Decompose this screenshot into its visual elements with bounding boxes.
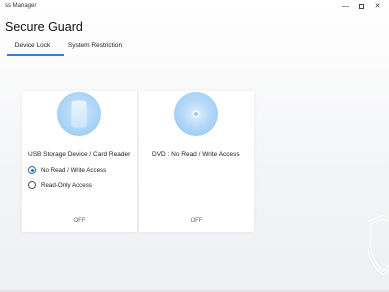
radio-read-only[interactable] — [28, 181, 36, 189]
disc-shape — [180, 98, 212, 130]
usb-toggle-status[interactable]: OFF — [22, 218, 137, 224]
tab-system-restriction[interactable]: System Restriction — [62, 38, 128, 54]
usb-storage-icon — [57, 92, 101, 136]
shield-watermark-icon — [368, 215, 389, 275]
usb-storage-card: USB Storage Device / Card Reader No Read… — [22, 91, 137, 232]
minimize-button[interactable]: — — [339, 1, 352, 12]
window-title: ss Manager — [5, 3, 37, 9]
app-title: Secure Guard — [5, 20, 83, 34]
usb-device-shape — [72, 101, 86, 127]
active-tab-indicator — [7, 54, 64, 56]
maximize-icon — [359, 3, 364, 9]
tab-device-lock[interactable]: Device Lock — [4, 38, 61, 54]
dvd-card: DVD : No Read / Write Access OFF — [139, 91, 254, 232]
close-button[interactable]: ✕ — [371, 1, 384, 12]
usb-card-heading: USB Storage Device / Card Reader — [28, 151, 131, 158]
dvd-toggle-status[interactable]: OFF — [139, 218, 254, 224]
disc-hole — [193, 111, 199, 117]
maximize-button[interactable] — [355, 1, 368, 12]
option-no-read-write-label: No Read / Write Access — [41, 166, 107, 174]
dvd-disc-icon — [174, 92, 218, 136]
radio-no-read-write[interactable] — [28, 166, 36, 174]
dvd-card-heading: DVD : No Read / Write Access — [152, 151, 240, 158]
title-bar: ss Manager — ✕ — [0, 0, 389, 14]
option-read-only-label: Read-Only Access — [41, 181, 92, 189]
